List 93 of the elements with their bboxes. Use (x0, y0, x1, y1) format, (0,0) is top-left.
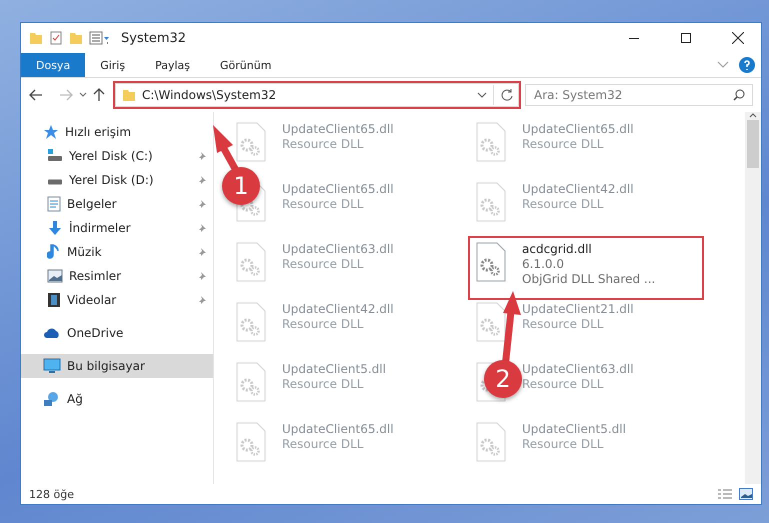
ribbon-tab[interactable]: Dosya (21, 53, 86, 77)
sidebar-item[interactable]: Resimler (21, 264, 213, 288)
chevron-down-icon[interactable] (79, 92, 87, 98)
large-icons-view-icon[interactable] (739, 488, 753, 500)
file-detail: Resource DLL (522, 137, 604, 151)
file-detail: Resource DLL (522, 197, 604, 211)
details-view-icon[interactable] (717, 488, 733, 500)
help-icon[interactable] (739, 57, 755, 73)
dll-file-icon (236, 242, 266, 282)
item-count: 128 öğe (29, 488, 75, 500)
file-detail: Resource DLL (282, 317, 364, 331)
drive-icon (47, 179, 63, 185)
search-icon (733, 89, 745, 101)
file-detail: Resource DLL (522, 377, 604, 391)
sidebar-item[interactable]: OneDrive (21, 321, 130, 345)
pin-icon (197, 271, 207, 281)
pin-icon (197, 223, 207, 233)
sidebar-item[interactable]: Yerel Disk (D:) (21, 168, 213, 192)
dll-file-icon (476, 182, 506, 222)
sidebar-label: Yerel Disk (D:) (69, 173, 155, 187)
window-title: System32 (121, 30, 188, 46)
sidebar-label: Videolar (67, 293, 118, 307)
up-arrow-icon[interactable] (93, 88, 105, 102)
file-detail: Resource DLL (282, 437, 364, 451)
dll-file-icon (476, 242, 506, 282)
address-bar[interactable]: C:\Windows\System32 (115, 83, 519, 107)
dll-file-icon (236, 302, 266, 342)
document-icon (47, 196, 61, 212)
sidebar-item[interactable]: Videolar (21, 288, 213, 312)
pin-icon (197, 199, 207, 209)
pin-icon (197, 247, 207, 257)
ribbon-tab[interactable]: Görünüm (205, 53, 286, 77)
file-detail: Resource DLL (282, 137, 364, 151)
sidebar-item[interactable]: Ağ (21, 387, 89, 411)
sidebar-item[interactable]: Bu bilgisayar (21, 354, 213, 378)
sidebar-label: Belgeler (67, 197, 118, 211)
pin-icon (197, 151, 207, 161)
close-icon (732, 32, 744, 44)
chevron-down-icon[interactable] (477, 92, 487, 98)
sidebar-label: Resimler (69, 269, 122, 283)
file-detail: ObjGrid DLL Shared ... (522, 272, 656, 286)
sidebar-label: Bu bilgisayar (67, 359, 146, 373)
step-number-badge: 2 (484, 360, 522, 398)
refresh-icon[interactable] (500, 88, 514, 102)
step-number-badge: 1 (222, 167, 260, 205)
dll-file-icon (236, 422, 266, 462)
new-folder-icon (69, 31, 83, 45)
file-detail: 6.1.0.0 (522, 257, 565, 271)
film-icon (47, 292, 61, 308)
picture-icon (47, 269, 63, 283)
sidebar-item[interactable]: İndirmeler (21, 216, 213, 240)
music-note-icon (47, 244, 61, 260)
file-name[interactable]: acdcgrid.dll (522, 242, 656, 256)
sidebar-item[interactable]: Yerel Disk (C:) (21, 144, 213, 168)
sidebar-label: Yerel Disk (C:) (69, 149, 154, 163)
network-globe-icon (43, 391, 61, 407)
sidebar-label: Müzik (67, 245, 103, 259)
folder-icon (122, 88, 136, 102)
file-detail: Resource DLL (282, 377, 364, 391)
dll-file-icon (236, 362, 266, 402)
drive-icon (47, 149, 63, 163)
sidebar-item[interactable]: Hızlı erişim (21, 120, 138, 144)
file-detail: Resource DLL (522, 317, 604, 331)
star-icon (43, 124, 59, 140)
sidebar-item[interactable]: Müzik (21, 240, 213, 264)
ribbon-tab[interactable]: Giriş (85, 53, 140, 77)
dll-file-icon (476, 122, 506, 162)
scroll-thumb[interactable] (747, 120, 759, 168)
sidebar-item[interactable]: Belgeler (21, 192, 213, 216)
properties-icon (49, 31, 63, 45)
folder-icon (29, 31, 43, 45)
pin-icon (197, 295, 207, 305)
ribbon-tab[interactable]: Paylaş (140, 53, 205, 77)
dll-file-icon (476, 302, 506, 342)
monitor-icon (43, 358, 61, 374)
pin-icon (197, 175, 207, 185)
search-field[interactable]: Ara: System32 (525, 84, 753, 106)
back-arrow-icon[interactable] (29, 89, 43, 101)
sidebar-label: Hızlı erişim (65, 125, 132, 139)
sidebar-label: OneDrive (67, 326, 124, 340)
view-list-icon (89, 31, 111, 45)
file-detail: Resource DLL (522, 437, 604, 451)
maximize-icon (681, 33, 691, 43)
sidebar-label: Ağ (67, 392, 83, 406)
sidebar-label: İndirmeler (69, 221, 132, 235)
download-arrow-icon (47, 220, 63, 236)
file-detail: Resource DLL (282, 197, 364, 211)
dll-file-icon (236, 122, 266, 162)
cloud-icon (43, 327, 61, 339)
dll-file-icon (476, 422, 506, 462)
scroll-up-icon[interactable] (749, 112, 757, 118)
address-path: C:\Windows\System32 (142, 88, 278, 102)
file-detail: Resource DLL (282, 257, 364, 271)
